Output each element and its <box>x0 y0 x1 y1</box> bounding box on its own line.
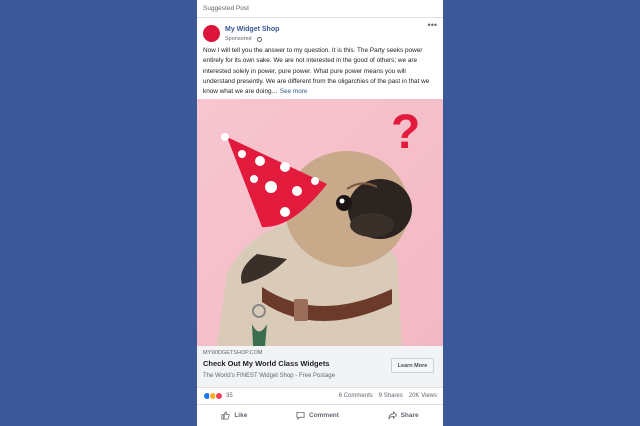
like-button[interactable]: Like <box>221 411 247 420</box>
link-preview[interactable]: MYWIDGETSHOP.COM Check Out My World Clas… <box>197 346 443 388</box>
link-domain: MYWIDGETSHOP.COM <box>203 350 263 356</box>
comments-count[interactable]: 6 Comments <box>339 393 373 399</box>
comment-icon <box>296 411 305 420</box>
love-reaction-icon <box>215 392 223 400</box>
thumbs-up-icon <box>221 411 230 420</box>
like-label: Like <box>234 412 248 419</box>
engagement-counts: 6 Comments 9 Shares 20K Views <box>339 393 437 399</box>
post-image[interactable]: ? <box>197 99 443 346</box>
post-header: My Widget Shop Sponsored · ••• <box>197 18 443 46</box>
link-headline[interactable]: Check Out My World Class Widgets <box>203 359 329 368</box>
post-actions: Like Comment Share <box>197 405 443 426</box>
post-stats: 35 6 Comments 9 Shares 20K Views <box>197 388 443 405</box>
see-more-link[interactable]: See more <box>280 88 308 95</box>
comment-button[interactable]: Comment <box>296 411 339 420</box>
share-label: Share <box>400 412 419 419</box>
avatar[interactable] <box>203 25 220 42</box>
learn-more-button[interactable]: Learn More <box>391 358 434 373</box>
suggested-post-label: Suggested Post <box>197 0 443 18</box>
reactions-summary[interactable]: 35 <box>203 392 233 400</box>
page-name-link[interactable]: My Widget Shop <box>225 26 279 33</box>
shares-count[interactable]: 9 Shares <box>379 393 403 399</box>
post-body-text: Now I will tell you the answer to my que… <box>203 46 439 97</box>
post-card: Suggested Post My Widget Shop Sponsored … <box>197 0 443 426</box>
sponsored-label: Sponsored · <box>225 36 262 42</box>
reaction-count: 35 <box>226 393 233 399</box>
post-text: Now I will tell you the answer to my que… <box>203 47 430 96</box>
comment-label: Comment <box>308 412 339 419</box>
question-mark: ? <box>391 106 421 159</box>
link-description: The World's FINEST Widget Shop - Free Po… <box>203 373 335 379</box>
more-options-icon[interactable]: ••• <box>428 20 437 30</box>
sponsored-text: Sponsored · <box>225 36 255 42</box>
globe-icon <box>256 36 262 42</box>
share-button[interactable]: Share <box>387 411 419 420</box>
share-icon <box>387 411 397 420</box>
views-count: 20K Views <box>408 393 437 399</box>
